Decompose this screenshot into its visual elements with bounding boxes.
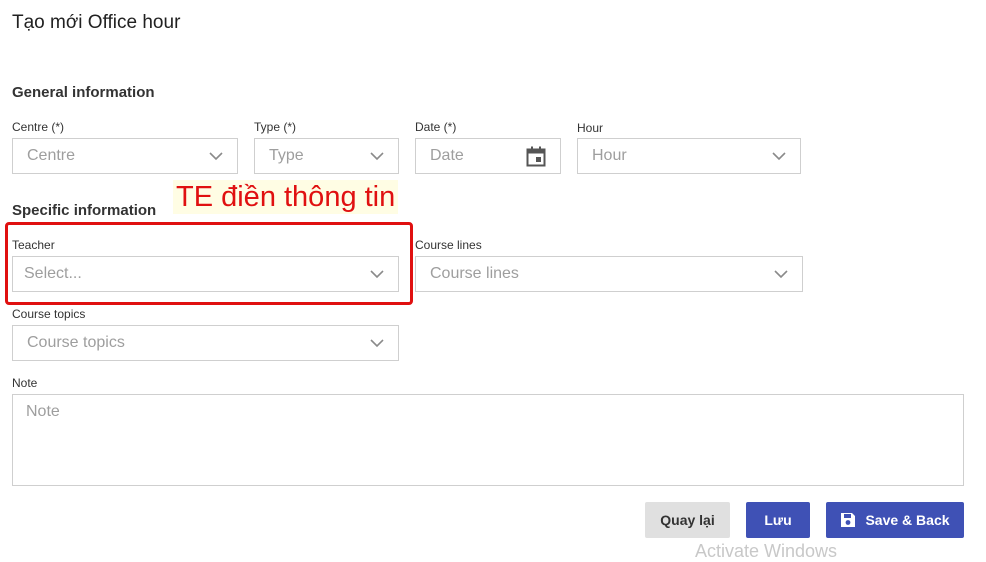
chevron-down-icon: [774, 267, 788, 281]
general-information-heading: General information: [12, 84, 155, 101]
teacher-select-value: Select...: [24, 265, 82, 282]
type-select-value: Type: [269, 147, 304, 164]
course-lines-select[interactable]: Course lines: [415, 256, 803, 292]
centre-select[interactable]: Centre: [12, 138, 238, 174]
save-button[interactable]: Lưu: [746, 502, 810, 538]
course-topics-select-value: Course topics: [27, 334, 125, 351]
page-title: Tạo mới Office hour: [12, 12, 181, 33]
course-lines-select-value: Course lines: [430, 265, 519, 282]
course-topics-label: Course topics: [12, 307, 86, 321]
teacher-select[interactable]: Select...: [12, 256, 399, 292]
floppy-disk-icon: [841, 513, 856, 527]
hour-label: Hour: [577, 121, 604, 135]
hour-select-value: Hour: [592, 147, 627, 164]
note-label: Note: [12, 376, 38, 390]
type-label: Type (*): [254, 120, 297, 134]
save-and-back-label: Save & Back: [865, 512, 950, 528]
date-input-value: Date: [430, 147, 464, 164]
chevron-down-icon: [370, 267, 384, 281]
date-label: Date (*): [415, 120, 457, 134]
course-topics-select[interactable]: Course topics: [12, 325, 399, 361]
calendar-icon[interactable]: [526, 146, 546, 167]
hour-select[interactable]: Hour: [577, 138, 801, 174]
activate-windows-watermark: Activate Windows: [695, 541, 838, 561]
back-button[interactable]: Quay lại: [645, 502, 730, 538]
centre-select-value: Centre: [27, 147, 76, 164]
chevron-down-icon: [772, 149, 786, 163]
note-placeholder: Note: [26, 403, 60, 420]
specific-information-heading: Specific information: [12, 202, 157, 219]
save-and-back-button[interactable]: Save & Back: [826, 502, 964, 538]
date-input[interactable]: Date: [415, 138, 561, 174]
type-select[interactable]: Type: [254, 138, 399, 174]
course-lines-label: Course lines: [415, 238, 482, 252]
annotation-callout: TE điền thông tin: [173, 180, 399, 214]
chevron-down-icon: [370, 149, 384, 163]
chevron-down-icon: [209, 149, 223, 163]
note-textarea[interactable]: Note: [12, 394, 964, 486]
chevron-down-icon: [370, 336, 384, 350]
centre-label: Centre (*): [12, 120, 65, 134]
teacher-label: Teacher: [12, 238, 55, 252]
